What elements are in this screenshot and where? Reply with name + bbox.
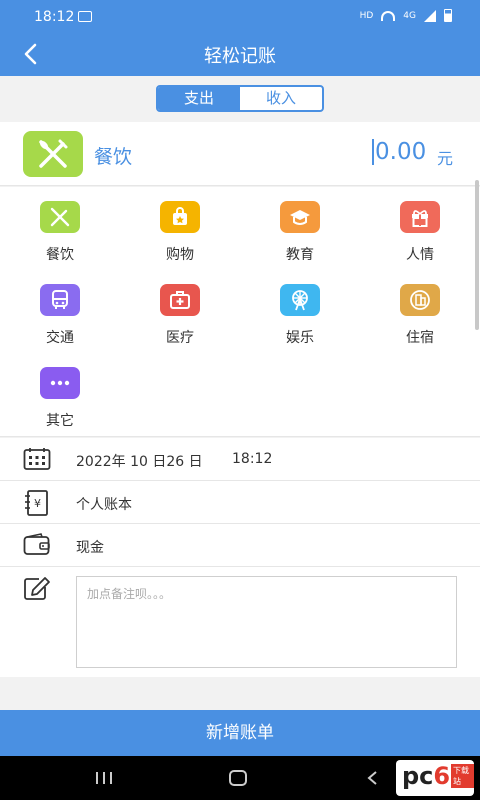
category-label: 餐饮 <box>46 247 74 263</box>
category-item-other[interactable]: 其它 <box>0 353 120 435</box>
calendar-icon <box>23 447 51 471</box>
shopping-bag-icon <box>160 201 200 233</box>
tab-income[interactable]: 收入 <box>240 87 322 110</box>
scrollbar[interactable] <box>475 180 479 330</box>
medical-kit-icon <box>160 284 200 316</box>
category-label: 教育 <box>286 247 314 263</box>
bus-icon <box>40 284 80 316</box>
category-item-medical[interactable]: 医疗 <box>120 270 240 352</box>
add-bill-button[interactable]: 新增账单 <box>0 710 480 756</box>
category-item-entertainment[interactable]: 娱乐 <box>240 270 360 352</box>
svg-text:¥: ¥ <box>34 497 41 510</box>
amount-input[interactable]: 0.00 <box>372 139 426 165</box>
category-item-transport[interactable]: 交通 <box>0 270 120 352</box>
tab-expense[interactable]: 支出 <box>158 87 240 110</box>
system-back-button[interactable] <box>366 770 380 786</box>
fork-knife-icon <box>40 201 80 233</box>
page-title: 轻松记账 <box>204 46 276 67</box>
signal-icon <box>424 9 436 22</box>
note-input[interactable] <box>76 576 457 668</box>
payment-method-row[interactable]: 现金 <box>0 524 480 567</box>
graduation-cap-icon <box>280 201 320 233</box>
payment-method-value: 现金 <box>76 540 104 556</box>
edit-note-icon <box>23 576 51 602</box>
watermark-tag: 下载站 <box>451 764 474 788</box>
category-label: 购物 <box>166 247 194 263</box>
ferris-wheel-icon <box>280 284 320 316</box>
category-label: 交通 <box>46 330 74 346</box>
date-value: 2022年 10 日26 日 <box>76 454 203 470</box>
category-item-lodging[interactable]: 住宿 <box>360 270 480 352</box>
battery-icon <box>444 9 452 22</box>
note-row <box>0 567 480 677</box>
app-header: 轻松记账 <box>0 32 480 76</box>
more-dots-icon <box>40 367 80 399</box>
status-time: 18:12 <box>34 9 75 25</box>
wifi-icon <box>381 10 396 21</box>
recent-apps-button[interactable] <box>96 772 112 784</box>
fork-knife-icon <box>39 139 68 168</box>
status-indicators: HD 4G <box>360 9 452 22</box>
category-label: 其它 <box>46 413 74 429</box>
category-label: 人情 <box>406 247 434 263</box>
category-label: 娱乐 <box>286 330 314 346</box>
network-type: 4G <box>403 10 416 21</box>
gift-icon <box>400 201 440 233</box>
watermark-logo: pc6 下载站 <box>396 760 474 796</box>
wallet-icon <box>23 533 51 557</box>
category-item-dining[interactable]: 餐饮 <box>0 187 120 269</box>
watermark-text: pc6 <box>402 762 451 790</box>
selected-category-label: 餐饮 <box>94 146 133 168</box>
date-row[interactable]: 2022年 10 日26 日 18:12 <box>0 438 480 481</box>
category-item-gift[interactable]: 人情 <box>360 187 480 269</box>
status-bar: 18:12 HD 4G <box>0 0 480 32</box>
triangle-back-icon <box>367 771 377 785</box>
ledger-book-icon: ¥ <box>23 490 51 516</box>
hd-badge: HD <box>359 10 374 21</box>
type-segmented-control: 支出 收入 <box>156 85 324 112</box>
time-value: 18:12 <box>232 451 273 467</box>
account-book-value: 个人账本 <box>76 497 132 513</box>
category-item-shopping[interactable]: 购物 <box>120 187 240 269</box>
category-label: 医疗 <box>166 330 194 346</box>
category-grid: 餐饮 购物 教育 人情 交通 医疗 娱乐 住宿 其它 <box>0 187 480 437</box>
currency-unit: 元 <box>437 149 454 168</box>
amount-row: 餐饮 0.00 元 <box>0 122 480 186</box>
selected-category-icon <box>23 131 83 177</box>
account-book-row[interactable]: ¥ 个人账本 <box>0 481 480 524</box>
image-notification-icon <box>78 11 92 22</box>
category-label: 住宿 <box>406 330 434 346</box>
building-icon <box>400 284 440 316</box>
category-item-education[interactable]: 教育 <box>240 187 360 269</box>
home-button[interactable] <box>229 770 247 786</box>
type-toggle-area: 支出 收入 <box>0 76 480 122</box>
